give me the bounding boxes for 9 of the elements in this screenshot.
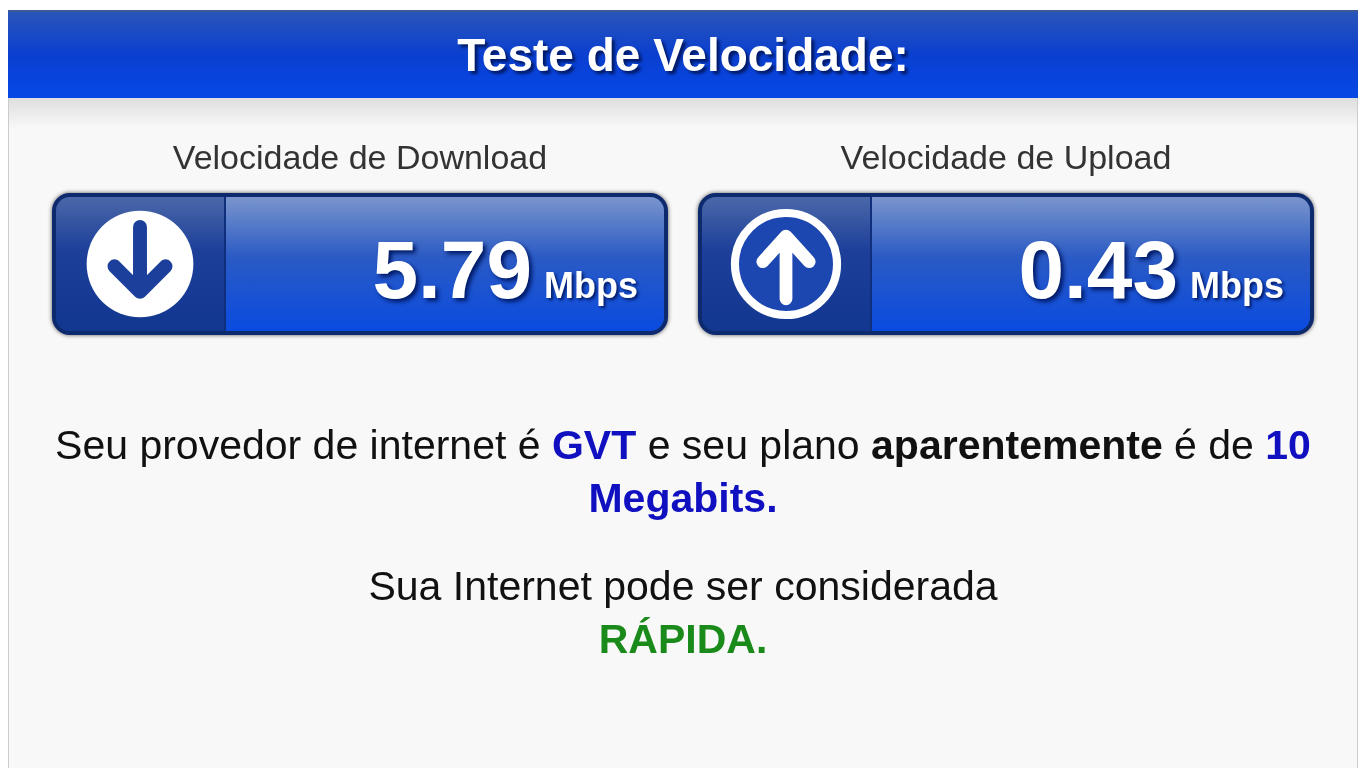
speed-verdict: Sua Internet pode ser considerada RÁPIDA. bbox=[368, 561, 998, 664]
speed-value: 5.79 bbox=[372, 223, 532, 317]
speed-unit: Mbps bbox=[544, 265, 638, 307]
panel-title: Teste de Velocidade: bbox=[457, 28, 909, 82]
speed-value: 0.43 bbox=[1018, 223, 1178, 317]
meter-label: Velocidade de Download bbox=[172, 138, 548, 177]
speed-unit: Mbps bbox=[1190, 265, 1284, 307]
meter-label: Velocidade de Upload bbox=[840, 138, 1172, 177]
provider-message: Seu provedor de internet é GVT e seu plano aparentemente é de 10 Megabits. bbox=[54, 421, 1312, 524]
